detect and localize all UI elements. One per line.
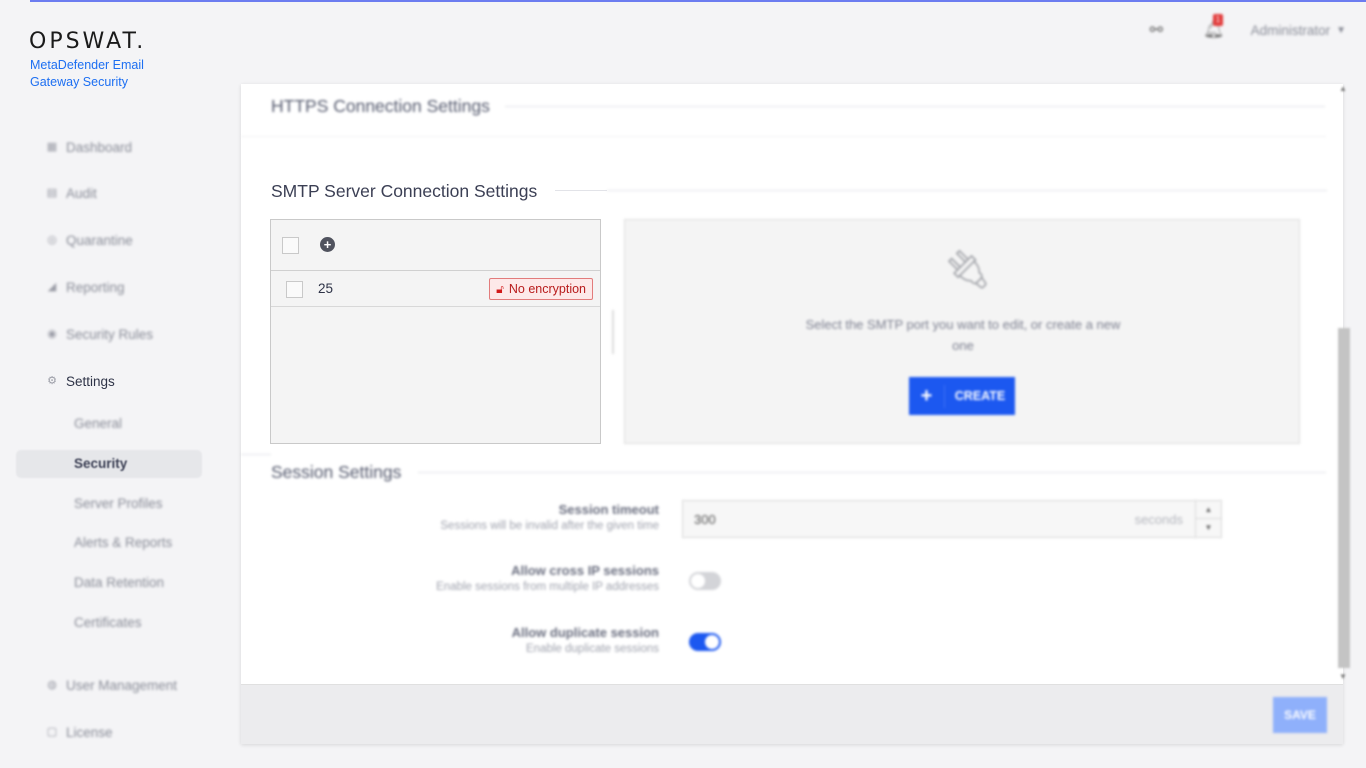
notifications-button[interactable]: 🔔︎ 1 — [1203, 14, 1225, 40]
port-checkbox[interactable] — [286, 281, 303, 298]
session-timeout-unit: seconds — [1134, 512, 1183, 527]
section-divider — [555, 190, 607, 191]
cross-ip-toggle[interactable] — [689, 572, 721, 590]
session-timeout-value: 300 — [694, 512, 716, 527]
sidebar-item-reporting[interactable]: ◢ Reporting — [46, 277, 125, 297]
setting-title: Allow duplicate session — [511, 625, 659, 640]
smtp-section-title: SMTP Server Connection Settings — [271, 181, 538, 201]
reporting-icon: ◢ — [47, 281, 57, 293]
notification-badge: 1 — [1212, 14, 1223, 26]
audit-icon: ▤ — [46, 187, 58, 199]
setting-title: Session timeout — [558, 502, 659, 517]
sidebar-item-label: Security Rules — [66, 326, 154, 342]
session-timeout-input[interactable]: 300 seconds ▲ ▼ — [682, 500, 1222, 538]
create-button-label: CREATE — [954, 389, 1006, 403]
create-button[interactable]: + CREATE — [909, 377, 1015, 415]
sidebar-item-label: Settings — [66, 373, 115, 389]
encryption-status-badge: 🔓︎ No encryption — [489, 278, 593, 300]
ports-list-header: + — [271, 220, 600, 271]
port-detail-empty-state: 🔌︎ Select the SMTP port you want to edit… — [624, 219, 1300, 444]
session-timeout-label: Session timeout Sessions will be invalid… — [440, 502, 659, 532]
unlock-icon: 🔓︎ — [496, 281, 504, 296]
cross-ip-label: Allow cross IP sessions Enable sessions … — [436, 563, 659, 593]
add-port-icon[interactable]: + — [320, 237, 335, 252]
content-scrollbar[interactable]: ▲ ▼ — [1337, 84, 1351, 684]
smtp-ports-list: + 25 🔓︎ No encryption — [270, 219, 601, 444]
sidebar-sub-certificates[interactable]: Certificates — [74, 615, 142, 630]
sidebar-item-label: Dashboard — [66, 139, 133, 155]
scroll-up-icon[interactable]: ▲ — [1339, 84, 1347, 93]
sidebar-item-license[interactable]: ▢ License — [46, 722, 113, 742]
chevron-up-icon[interactable]: ▲ — [1196, 501, 1221, 519]
port-row[interactable]: 25 🔓︎ No encryption — [271, 271, 600, 307]
https-section-title: HTTPS Connection Settings — [271, 96, 490, 116]
section-divider — [241, 454, 271, 455]
panel-resize-handle[interactable] — [612, 310, 614, 354]
opswat-logo: OPSWAT. — [29, 29, 147, 54]
number-stepper[interactable]: ▲ ▼ — [1195, 501, 1221, 537]
setting-description: Enable sessions from multiple IP address… — [436, 581, 659, 593]
sidebar-sub-server-profiles[interactable]: Server Profiles — [74, 496, 163, 511]
dashboard-icon: ▦ — [46, 141, 58, 153]
plug-icon: 🔌︎ — [943, 249, 992, 291]
sidebar-item-label: Reporting — [66, 279, 125, 295]
save-button[interactable]: SAVE — [1273, 697, 1327, 733]
sidebar-item-label: User Management — [66, 677, 178, 693]
card-footer: SAVE — [241, 684, 1343, 744]
scroll-down-icon[interactable]: ▼ — [1339, 672, 1347, 681]
duplicate-session-toggle[interactable] — [689, 633, 721, 651]
section-divider — [241, 136, 1326, 137]
select-all-checkbox[interactable] — [282, 237, 299, 254]
gear-icon: ⚙ — [47, 375, 57, 387]
quarantine-icon: ◎ — [47, 234, 57, 246]
sidebar-item-quarantine[interactable]: ◎ Quarantine — [46, 230, 133, 250]
rules-icon: ◉ — [47, 328, 57, 340]
setting-description: Enable duplicate sessions — [526, 643, 659, 655]
duplicate-session-label: Allow duplicate session Enable duplicate… — [512, 625, 659, 655]
setting-description: Sessions will be invalid after the given… — [440, 520, 659, 532]
section-divider — [505, 106, 1325, 107]
sidebar-item-dashboard[interactable]: ▦ Dashboard — [46, 137, 132, 157]
sidebar-item-label: License — [66, 724, 113, 740]
port-number: 25 — [318, 281, 334, 296]
setting-title: Allow cross IP sessions — [511, 563, 659, 578]
sidebar-item-label: Quarantine — [66, 232, 133, 248]
plus-icon: + — [909, 384, 945, 408]
scrollbar-thumb[interactable] — [1338, 328, 1350, 668]
license-icon: ▢ — [46, 726, 58, 738]
sidebar-item-label: Audit — [66, 185, 97, 201]
section-divider — [607, 190, 1327, 191]
sidebar-sub-label: Security — [74, 456, 128, 471]
sidebar: OPSWAT. MetaDefender Email Gateway Secur… — [0, 0, 225, 768]
sidebar-sub-general[interactable]: General — [74, 416, 122, 431]
sidebar-item-settings[interactable]: ⚙ Settings — [46, 371, 115, 391]
sidebar-item-user-management[interactable]: ◍ User Management — [46, 675, 177, 695]
top-bar: ⚯ 🔔︎ 1 Administrator ▼ — [1150, 14, 1346, 42]
chevron-down-icon[interactable]: ▼ — [1196, 519, 1221, 537]
encryption-status-label: No encryption — [508, 282, 586, 296]
sidebar-item-security-rules[interactable]: ◉ Security Rules — [46, 324, 153, 344]
session-section-title: Session Settings — [271, 462, 402, 482]
unlink-icon[interactable]: ⚯ — [1150, 20, 1163, 40]
user-menu[interactable]: Administrator — [1251, 23, 1331, 38]
user-icon: ◍ — [47, 679, 57, 691]
section-divider — [418, 472, 1326, 473]
sidebar-sub-data-retention[interactable]: Data Retention — [74, 575, 164, 590]
product-name: MetaDefender Email Gateway Security — [30, 58, 144, 89]
chevron-down-icon[interactable]: ▼ — [1336, 25, 1346, 36]
sidebar-sub-security[interactable]: Security — [16, 450, 202, 478]
empty-state-message: Select the SMTP port you want to edit, o… — [805, 317, 1121, 353]
sidebar-sub-alerts-reports[interactable]: Alerts & Reports — [74, 535, 172, 550]
top-accent-line — [30, 0, 1366, 2]
sidebar-item-audit[interactable]: ▤ Audit — [46, 183, 97, 203]
